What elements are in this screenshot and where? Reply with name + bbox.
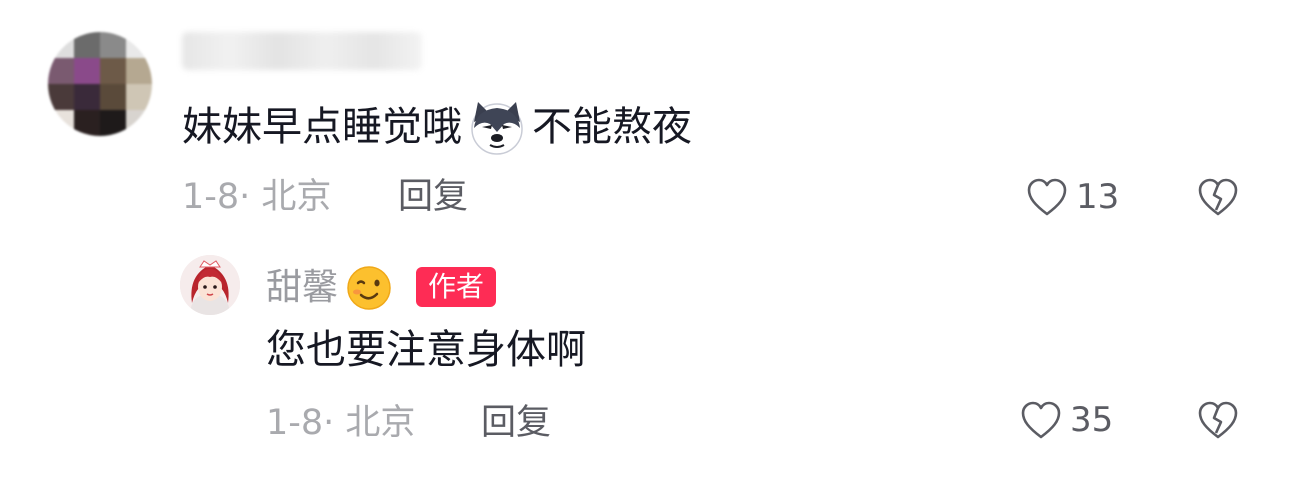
heart-icon[interactable] bbox=[1026, 177, 1068, 217]
comment-date-location: 1-8· 北京 bbox=[182, 177, 332, 217]
like-button[interactable]: 13 bbox=[1026, 175, 1119, 219]
heart-icon[interactable] bbox=[1020, 400, 1062, 440]
author-nickname[interactable]: 甜馨 bbox=[266, 266, 338, 310]
reply-text: 您也要注意身体啊 bbox=[266, 327, 586, 373]
author-avatar[interactable] bbox=[180, 255, 240, 315]
like-count: 13 bbox=[1076, 177, 1120, 217]
commenter-name-redacted bbox=[182, 32, 422, 70]
like-count: 35 bbox=[1070, 400, 1114, 440]
broken-heart-icon[interactable] bbox=[1197, 177, 1239, 217]
wink-face-icon bbox=[346, 265, 392, 311]
like-button[interactable]: 35 bbox=[1020, 398, 1113, 442]
cartoon-girl-avatar-icon bbox=[180, 255, 240, 315]
husky-dog-icon bbox=[468, 98, 526, 156]
comment-text: 妹妹早点睡觉哦 不能熬夜 bbox=[182, 98, 692, 156]
broken-heart-icon[interactable] bbox=[1197, 400, 1239, 440]
reply-button[interactable]: 回复 bbox=[398, 175, 468, 219]
reply-date-location: 1-8· 北京 bbox=[266, 403, 416, 443]
commenter-avatar[interactable] bbox=[48, 32, 152, 136]
reply-button[interactable]: 回复 bbox=[481, 401, 551, 445]
author-badge: 作者 bbox=[416, 267, 497, 307]
comment-text-part1: 妹妹早点睡觉哦 bbox=[182, 104, 462, 150]
comment-text-part2: 不能熬夜 bbox=[532, 104, 692, 150]
